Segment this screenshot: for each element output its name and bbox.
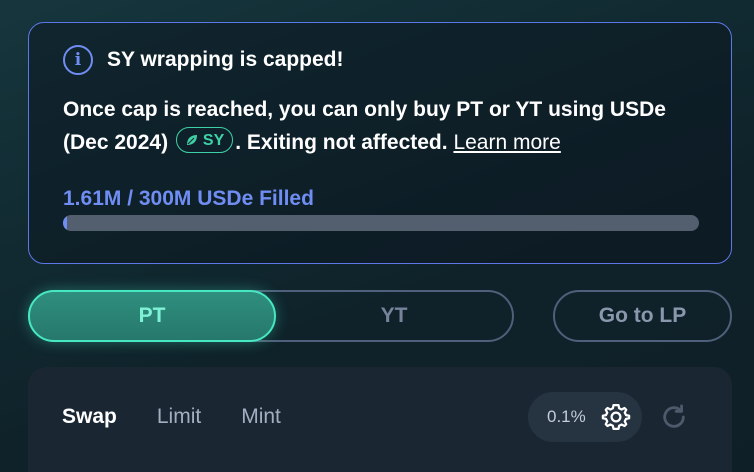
trade-panel: Swap Limit Mint 0.1% xyxy=(28,367,732,472)
learn-more-link[interactable]: Learn more xyxy=(453,131,560,154)
notice-body-text-2: . Exiting not affected. xyxy=(235,131,448,154)
trade-tabs: Swap Limit Mint xyxy=(62,405,281,429)
leaf-icon xyxy=(186,135,197,145)
sy-chip: SY xyxy=(175,127,234,153)
tab-mint[interactable]: Mint xyxy=(241,405,281,429)
tab-limit[interactable]: Limit xyxy=(157,405,201,429)
gear-icon xyxy=(601,404,631,430)
go-to-lp-button[interactable]: Go to LP xyxy=(553,290,732,342)
cap-progress-bar xyxy=(63,215,699,231)
refresh-icon[interactable] xyxy=(660,403,688,431)
info-icon: i xyxy=(63,45,93,75)
pt-yt-toggle: YT PT xyxy=(28,290,514,342)
tab-pt[interactable]: PT xyxy=(28,290,276,342)
fill-label: 1.61M / 300M USDe Filled xyxy=(63,187,314,210)
cap-progress-fill xyxy=(63,215,68,231)
slippage-value: 0.1% xyxy=(547,407,586,426)
notice-header: i SY wrapping is capped! xyxy=(63,45,344,75)
notice-title: SY wrapping is capped! xyxy=(107,48,344,71)
cap-notice: i SY wrapping is capped! Once cap is rea… xyxy=(28,22,732,264)
slippage-settings-button[interactable]: 0.1% xyxy=(528,392,642,442)
tab-swap[interactable]: Swap xyxy=(62,405,117,429)
notice-body: Once cap is reached, you can only buy PT… xyxy=(63,93,713,159)
sy-chip-label: SY xyxy=(202,131,225,149)
tab-yt[interactable]: YT xyxy=(276,292,512,340)
